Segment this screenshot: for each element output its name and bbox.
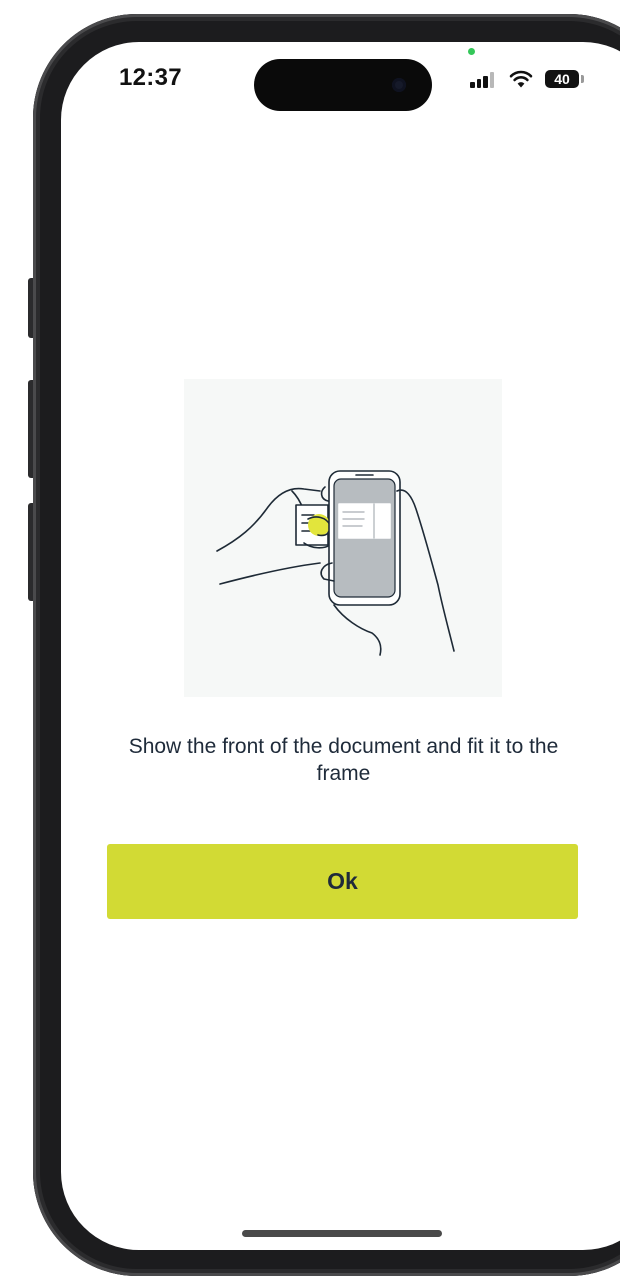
ok-button[interactable]: Ok: [107, 844, 578, 919]
phone-mockup: 12:37 40 Show the front of the document …: [0, 0, 620, 1277]
privacy-indicator-dot: [468, 48, 475, 55]
screen: 12:37 40 Show the front of the document …: [61, 42, 620, 1250]
battery-icon: 40: [545, 70, 579, 88]
wifi-icon: [509, 70, 533, 88]
dynamic-island: [254, 59, 432, 111]
hand-holding-phone-scanning-card-icon: [216, 470, 455, 656]
front-camera-icon: [392, 78, 406, 92]
status-time: 12:37: [119, 64, 182, 91]
signal-icon: [470, 72, 496, 88]
battery-tip: [581, 75, 584, 83]
instruction-text: Show the front of the document and fit i…: [128, 735, 559, 785]
home-indicator[interactable]: [242, 1230, 442, 1237]
document-scan-illustration: [184, 379, 502, 697]
